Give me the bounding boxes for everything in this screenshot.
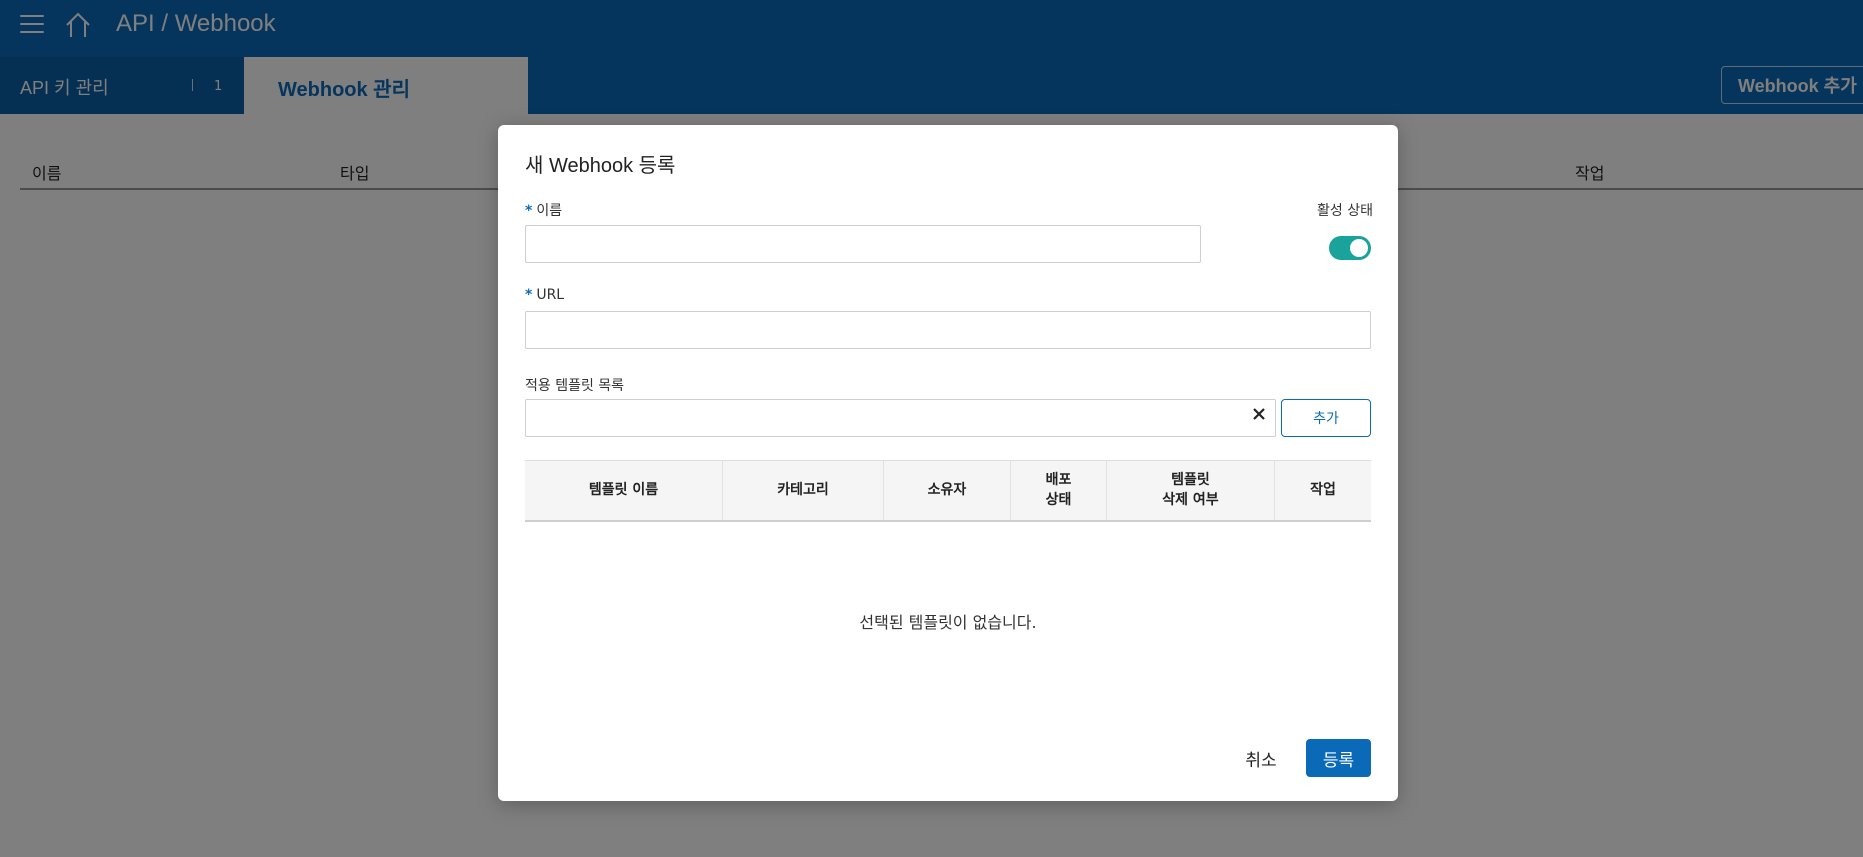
- template-search-input[interactable]: [525, 399, 1276, 437]
- column-header-category: 카테고리: [723, 461, 884, 520]
- dialog-title: 새 Webhook 등록: [525, 155, 676, 177]
- column-header-template-name: 템플릿 이름: [525, 461, 723, 520]
- column-header-actions: 작업: [1310, 481, 1336, 498]
- column-header-owner: 소유자: [884, 461, 1011, 520]
- url-field-label: * URL: [525, 287, 564, 303]
- required-marker: *: [525, 287, 533, 303]
- column-header-deploy-status: 배포 상태: [1011, 461, 1107, 520]
- active-status-toggle[interactable]: [1329, 236, 1371, 260]
- close-icon[interactable]: [1250, 405, 1268, 423]
- empty-state-message: 선택된 템플릿이 없습니다.: [859, 613, 1037, 632]
- cancel-button[interactable]: 취소: [1236, 739, 1286, 777]
- toggle-knob: [1350, 239, 1368, 257]
- add-template-button[interactable]: 추가: [1281, 399, 1371, 437]
- register-button[interactable]: 등록: [1306, 739, 1371, 777]
- url-input[interactable]: [525, 311, 1371, 349]
- name-field-label: * 이름: [525, 200, 562, 220]
- template-list-label: 적용 템플릿 목록: [525, 378, 625, 394]
- url-label-text: URL: [536, 287, 565, 303]
- required-marker: *: [525, 203, 533, 219]
- active-status-label: 활성 상태: [1317, 203, 1373, 219]
- modal-backdrop-top: [0, 0, 1863, 114]
- template-table: 템플릿 이름 카테고리 소유자 배포 상태 템플릿 삭제 여부 작업 선택된 템…: [525, 460, 1371, 632]
- name-label-text: 이름: [536, 203, 563, 219]
- column-header-template-deleted: 템플릿 삭제 여부: [1107, 461, 1275, 520]
- template-table-header: 템플릿 이름 카테고리 소유자 배포 상태 템플릿 삭제 여부 작업: [525, 461, 1371, 522]
- name-input[interactable]: [525, 225, 1201, 263]
- new-webhook-dialog: 새 Webhook 등록 * 이름 활성 상태 * URL 적용 템플릿 목록 추가…: [498, 125, 1398, 801]
